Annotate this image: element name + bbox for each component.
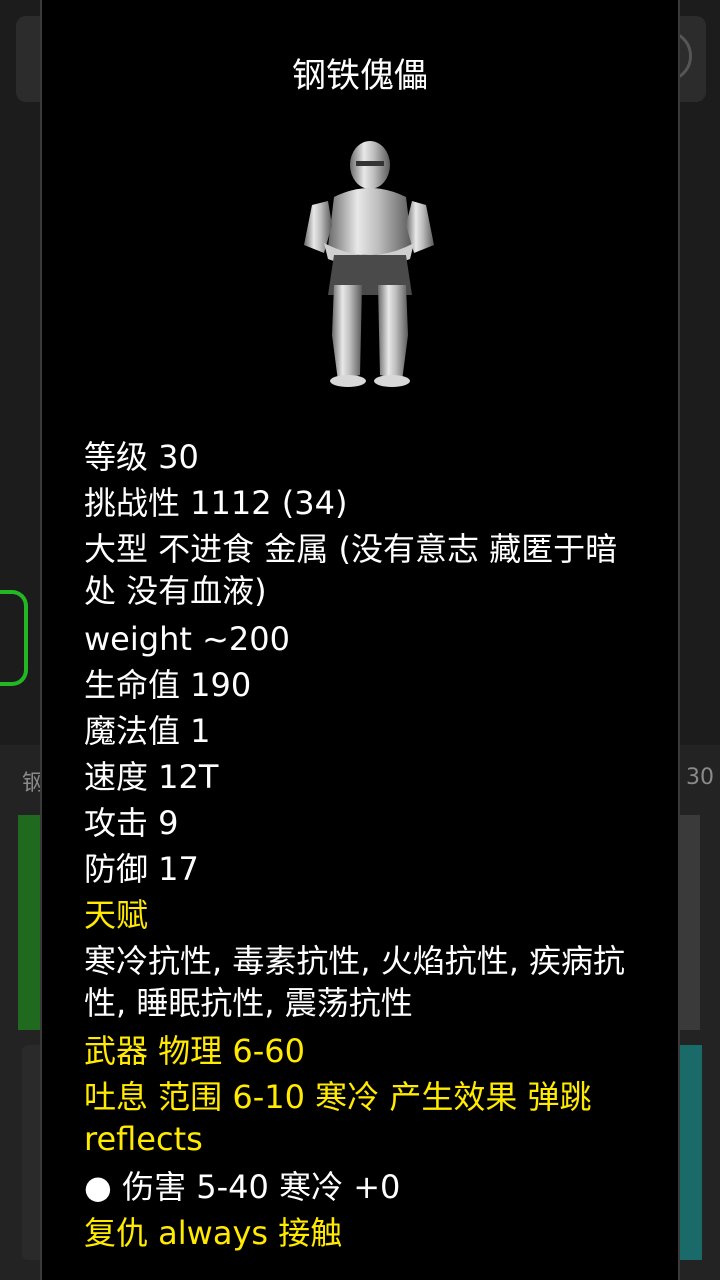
stat-challenge: 挑战性 1112 (34) xyxy=(84,484,348,522)
monster-info-dialog[interactable]: 钢铁傀儡 等级 30 挑战性 1112 (34) 大型 不进食 金属 (没有意志… xyxy=(40,0,680,1280)
stat-weapon: 武器 物理 6-60 xyxy=(84,1032,305,1070)
stat-level: 等级 30 xyxy=(84,438,199,476)
stat-attack: 攻击 9 xyxy=(84,804,179,842)
stat-breath: 吐息 范围 6-10 寒冷 产生效果 弹跳 reflects xyxy=(84,1078,592,1158)
stat-resistances: 寒冷抗性, 毒素抗性, 火焰抗性, 疾病抗性, 睡眠抗性, 震荡抗性 xyxy=(84,942,626,1022)
stat-breath-damage: ● 伤害 5-40 寒冷 +0 xyxy=(84,1168,401,1206)
background-right-label: 30 xyxy=(686,765,714,790)
stat-traits: 大型 不进食 金属 (没有意志 藏匿于暗处 没有血液) xyxy=(84,530,618,610)
background-right-block xyxy=(680,815,700,1030)
steel-golem-knight-icon xyxy=(304,141,434,387)
stat-mp: 魔法值 1 xyxy=(84,712,211,750)
stat-speed: 速度 12T xyxy=(84,758,219,796)
section-talents-heading: 天赋 xyxy=(84,896,149,934)
stat-hp: 生命值 190 xyxy=(84,666,252,704)
stat-weight: weight ~200 xyxy=(84,620,290,658)
monster-name-title: 钢铁傀儡 xyxy=(292,56,428,96)
background-green-pill xyxy=(0,590,28,686)
background-teal-block xyxy=(680,1045,702,1260)
stat-revenge: 复仇 always 接触 xyxy=(84,1214,343,1252)
monster-stats-list: 等级 30 挑战性 1112 (34) 大型 不进食 金属 (没有意志 藏匿于暗… xyxy=(84,434,644,1256)
stat-defense: 防御 17 xyxy=(84,850,199,888)
